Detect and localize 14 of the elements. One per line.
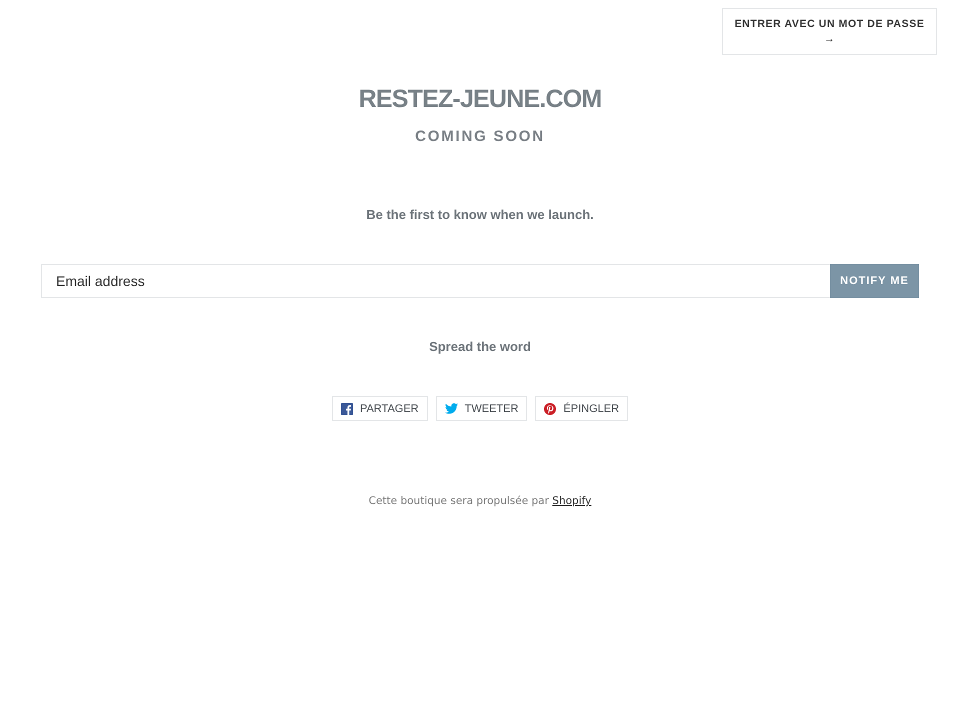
shopify-link[interactable]: Shopify [552, 495, 592, 507]
powered-by-text: Cette boutique sera propulsée par Shopify [368, 494, 592, 509]
facebook-icon [340, 402, 353, 414]
share-button[interactable]: TWEETER [436, 396, 528, 421]
coming-soon-subtitle: COMING SOON [415, 127, 545, 147]
launch-tagline: Be the first to know when we launch. [366, 206, 594, 224]
store-title: RESTEZ-JEUNE.COM [358, 84, 602, 115]
email-field[interactable]: Email address [41, 264, 830, 298]
share-button[interactable]: ÉPINGLER [535, 396, 628, 421]
pinterest-icon [544, 402, 556, 414]
share-button[interactable]: PARTAGER [332, 396, 428, 421]
twitter-bird-icon [444, 403, 458, 414]
share-heading: Spread the word [429, 338, 531, 356]
password-entry-button[interactable]: ENTRER AVEC UN MOT DE PASSE → [722, 8, 937, 55]
